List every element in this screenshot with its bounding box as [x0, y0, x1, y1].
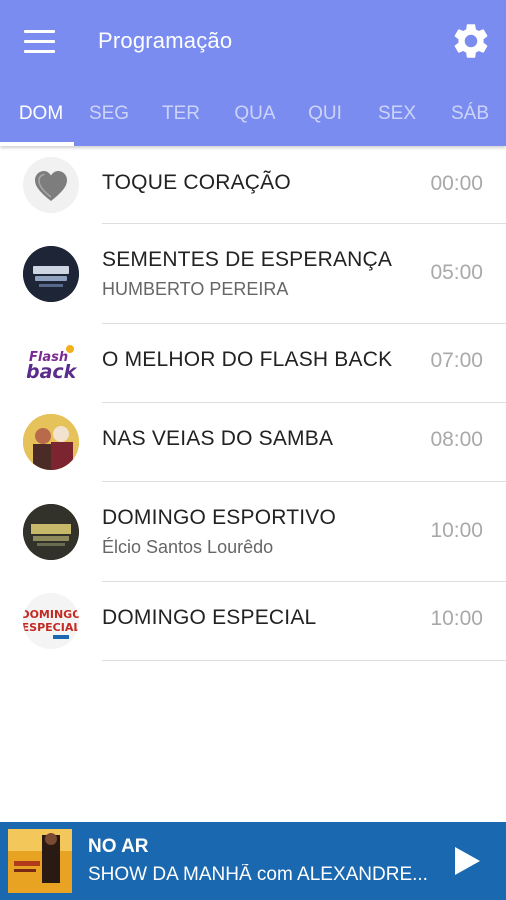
gear-icon[interactable]: [450, 20, 492, 62]
now-playing-cover: [8, 829, 72, 893]
program-title: TOQUE CORAÇÃO: [102, 171, 291, 194]
program-time: 10:00: [430, 607, 483, 630]
on-air-label: NO AR: [88, 836, 149, 857]
day-tabs: DOM SEG TER QUA QUI SEX SÁB: [0, 92, 506, 146]
heart-logo: [23, 157, 79, 213]
tab-sab[interactable]: SÁB: [435, 92, 505, 146]
sementes-logo: [23, 246, 79, 302]
program-time: 07:00: [430, 349, 483, 372]
tab-dom[interactable]: DOM: [0, 92, 82, 146]
program-title: NAS VEIAS DO SAMBA: [102, 427, 334, 450]
program-title: O MELHOR DO FLASH BACK: [102, 348, 393, 371]
list-item[interactable]: DOMINGO ESPORTIVO Élcio Santos Lourêdo 1…: [0, 482, 506, 582]
program-title: SEMENTES DE ESPERANÇA: [102, 248, 393, 271]
program-host: HUMBERTO PEREIRA: [102, 279, 289, 299]
program-host: Élcio Santos Lourêdo: [102, 537, 274, 557]
program-title: DOMINGO ESPORTIVO: [102, 506, 337, 529]
logo-text-especial: ESPECIAL: [23, 621, 79, 634]
list-item[interactable]: DOMINGO ESPECIAL DOMINGO ESPECIAL 10:00: [0, 582, 506, 661]
divider: [102, 660, 506, 661]
tab-ter[interactable]: TER: [146, 92, 216, 146]
list-item[interactable]: Flash back O MELHOR DO FLASH BACK 07:00: [0, 324, 506, 403]
tab-qui[interactable]: QUI: [290, 92, 360, 146]
play-icon[interactable]: [452, 845, 482, 877]
list-item[interactable]: NAS VEIAS DO SAMBA 08:00: [0, 403, 506, 482]
now-playing-title: SHOW DA MANHÃ com ALEXANDRE...: [88, 864, 428, 885]
esportivo-logo: [23, 504, 79, 560]
app-bar: Programação DOM SEG TER QUA QUI SEX SÁB: [0, 0, 506, 146]
now-playing-bar[interactable]: NO AR SHOW DA MANHÃ com ALEXANDRE...: [0, 822, 506, 900]
tab-seg[interactable]: SEG: [74, 92, 144, 146]
tab-sex[interactable]: SEX: [362, 92, 432, 146]
program-time: 05:00: [430, 261, 483, 284]
logo-text-back: back: [26, 361, 78, 383]
samba-photo: [23, 414, 79, 470]
program-time: 10:00: [430, 519, 483, 542]
menu-icon[interactable]: [24, 30, 56, 54]
program-title: DOMINGO ESPECIAL: [102, 606, 317, 629]
program-time: 00:00: [430, 172, 483, 195]
list-item[interactable]: SEMENTES DE ESPERANÇA HUMBERTO PEREIRA 0…: [0, 224, 506, 324]
page-title: Programação: [98, 28, 233, 53]
schedule-list: TOQUE CORAÇÃO 00:00 SEMENTES DE ESPERANÇ…: [0, 146, 506, 661]
tab-qua[interactable]: QUA: [220, 92, 290, 146]
list-item[interactable]: TOQUE CORAÇÃO 00:00: [0, 146, 506, 224]
program-time: 08:00: [430, 428, 483, 451]
domingo-especial-logo: DOMINGO ESPECIAL: [23, 593, 79, 649]
logo-text-domingo: DOMINGO: [23, 608, 79, 621]
flash-back-logo: Flash back: [23, 335, 79, 391]
